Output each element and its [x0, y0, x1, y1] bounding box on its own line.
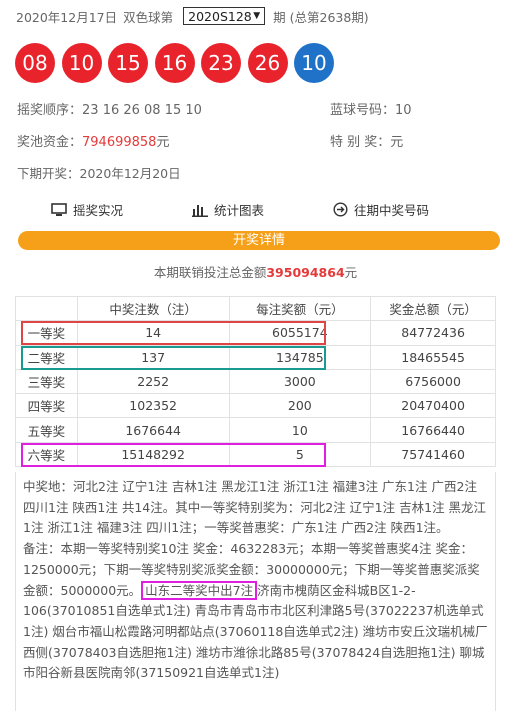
next-draw: 下期开奖：2020年12月20日 [17, 163, 181, 182]
bar-chart-icon [192, 204, 208, 217]
special-prize-unit: 元 [390, 135, 404, 150]
prize-total: 18465545 [370, 344, 496, 370]
red-ball: 10 [61, 43, 102, 83]
draw-order-value: 23 16 26 08 15 10 [82, 103, 202, 118]
game-name: 双色球第 [123, 9, 174, 25]
history-link[interactable]: 往期中奖号码 [333, 200, 429, 219]
prize-level: 五等奖 [15, 417, 78, 443]
winner-count: 137 [76, 344, 230, 370]
issue-select[interactable]: 2020S128 ▼ [183, 7, 266, 25]
jackpot: 奖池资金：794699858元 [17, 131, 169, 150]
blue-number-value: 10 [395, 103, 412, 118]
draw-date: 2020年12月17日 [16, 9, 118, 25]
red-ball: 15 [108, 43, 148, 83]
winner-count: 14 [76, 320, 230, 346]
jackpot-value: 794699858 [82, 135, 157, 150]
winning-locations: 中奖地：河北2注 辽宁1注 吉林1注 黑龙江1注 浙江1注 福建3注 广东1注 … [23, 479, 487, 536]
prize-level: 一等奖 [15, 320, 78, 346]
prize-table: 中奖注数（注） 每注奖额（元） 奖金总额（元） 一等奖 14 6055174 8… [15, 295, 496, 468]
jackpot-label: 奖池资金： [17, 135, 83, 150]
sales-prefix: 本期联销投注总金额 [153, 265, 267, 280]
remarks: 备注：本期一等奖特别奖10注 奖金：4632283元；本期一等奖普惠奖4注 奖金… [23, 539, 488, 684]
table-header: 每注奖额（元） [228, 295, 372, 322]
red-ball: 16 [154, 43, 195, 83]
blue-ball: 10 [294, 43, 334, 83]
winning-info: 中奖地：河北2注 辽宁1注 吉林1注 黑龙江1注 浙江1注 福建3注 广东1注 … [15, 472, 496, 711]
sales-unit: 元 [344, 265, 358, 280]
table-header-row: 中奖注数（注） 每注奖额（元） 奖金总额（元） [15, 295, 496, 322]
prize-total: 75741460 [370, 441, 496, 468]
shandong-highlight: 山东二等奖中出7注 [141, 580, 258, 600]
blue-number: 蓝球号码：10 [330, 99, 412, 118]
table-row: 三等奖 2252 3000 6756000 [15, 368, 496, 395]
red-ball: 08 [15, 43, 55, 83]
blue-number-label: 蓝球号码： [330, 103, 396, 118]
table-header: 奖金总额（元） [370, 295, 496, 322]
winner-count: 2252 [76, 368, 230, 395]
winning-balls: 08 10 15 16 23 26 10 [15, 43, 341, 83]
red-ball: 23 [201, 43, 241, 83]
total-sales: 本期联销投注总金额395094864元 [0, 262, 511, 281]
chevron-down-icon: ▼ [253, 11, 261, 21]
issue-select-value: 2020S128 [188, 8, 252, 24]
prize-level: 四等奖 [15, 393, 78, 419]
prize-amount: 6055174 [228, 320, 372, 346]
winner-count: 1676644 [76, 417, 230, 443]
table-header: 中奖注数（注） [76, 295, 230, 322]
stats-chart-link[interactable]: 统计图表 [192, 200, 264, 219]
history-label: 往期中奖号码 [354, 203, 430, 218]
winner-count: 102352 [76, 393, 230, 419]
prize-amount: 200 [228, 393, 372, 419]
winner-count: 15148292 [76, 441, 230, 468]
table-row: 四等奖 102352 200 20470400 [15, 393, 496, 419]
prize-level: 三等奖 [15, 368, 78, 395]
next-draw-value: 2020年12月20日 [79, 166, 181, 181]
next-draw-label: 下期开奖： [17, 166, 80, 181]
table-row: 二等奖 137 134785 18465545 [15, 344, 496, 370]
live-draw-link[interactable]: 摇奖实况 [51, 200, 123, 219]
table-row: 一等奖 14 6055174 84772436 [15, 320, 496, 346]
sales-value: 395094864 [266, 265, 345, 280]
prize-total: 84772436 [370, 320, 496, 346]
table-header [15, 295, 78, 322]
red-ball: 26 [247, 43, 288, 83]
prize-amount: 5 [228, 441, 372, 468]
prize-amount: 10 [228, 417, 372, 443]
prize-amount: 134785 [228, 344, 372, 370]
draw-order-label: 摇奖顺序： [17, 103, 83, 118]
live-draw-label: 摇奖实况 [73, 203, 124, 218]
arrow-circle-icon [333, 202, 348, 217]
special-prize: 特 别 奖：元 [330, 131, 403, 150]
prize-total: 6756000 [370, 368, 496, 395]
stats-chart-label: 统计图表 [214, 203, 265, 218]
prize-level: 二等奖 [15, 344, 78, 370]
draw-details-button[interactable]: 开奖详情 [18, 231, 500, 250]
prize-total: 20470400 [370, 393, 496, 419]
table-row: 六等奖 15148292 5 75741460 [15, 441, 496, 468]
prize-amount: 3000 [228, 368, 372, 395]
prize-total: 16766440 [370, 417, 496, 443]
prize-level: 六等奖 [15, 441, 78, 468]
table-row: 五等奖 1676644 10 16766440 [15, 417, 496, 443]
jackpot-unit: 元 [156, 135, 170, 150]
draw-order: 摇奖顺序：23 16 26 08 15 10 [17, 99, 202, 118]
draw-header: 2020年12月17日 双色球第 2020S128 ▼ 期 (总第2638期) [16, 6, 369, 26]
monitor-icon [51, 202, 67, 216]
special-prize-label: 特 别 奖： [330, 135, 391, 150]
issue-suffix: 期 (总第2638期) [273, 9, 369, 25]
